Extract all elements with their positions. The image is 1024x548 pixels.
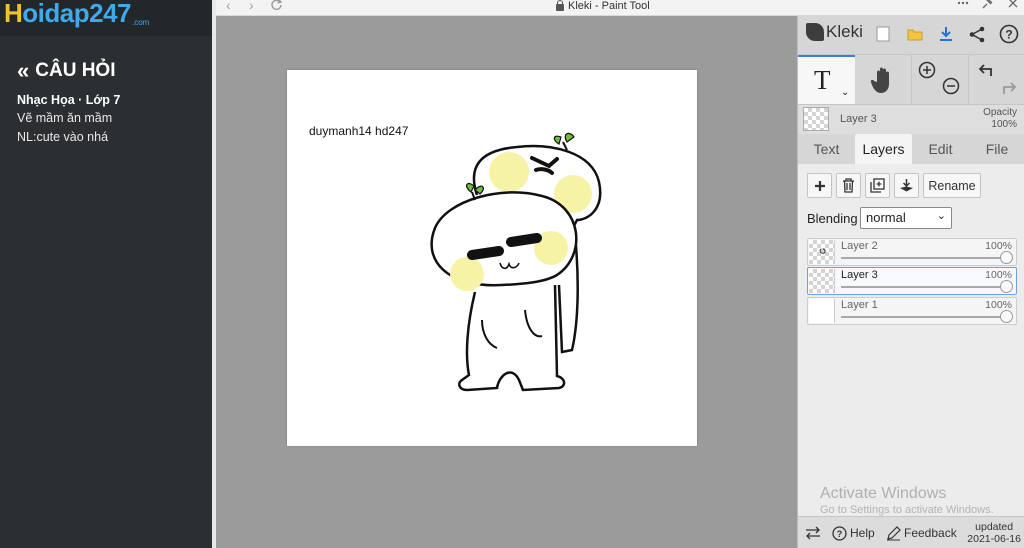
canvas-text-label: duymanh14 hd247: [309, 124, 409, 138]
layer-opacity-slider-track[interactable]: [841, 286, 1010, 288]
help-button[interactable]: ?: [998, 23, 1020, 45]
svg-text:?: ?: [837, 529, 843, 539]
text-tool-icon: T: [814, 65, 831, 95]
site-logo-suffix: .com: [132, 18, 150, 27]
current-layer-bar: Layer 3 Opacity 100%: [798, 104, 1024, 134]
save-image-button[interactable]: [935, 23, 957, 45]
new-image-button[interactable]: [872, 23, 894, 45]
undo-icon[interactable]: [977, 61, 995, 79]
help-circle-icon: ?: [999, 24, 1019, 44]
share-icon: [969, 26, 984, 42]
question-text-line: Vẽ mầm ăn mầm: [17, 111, 113, 125]
drawing-canvas[interactable]: duymanh14 hd247: [287, 70, 697, 446]
window-title: Kleki - Paint Tool: [556, 0, 650, 12]
tab-file[interactable]: File: [969, 134, 1024, 164]
back-arrow-icon[interactable]: ‹: [226, 0, 231, 13]
layer-name: Layer 2: [841, 240, 878, 252]
text-tool-button[interactable]: T ⌄: [798, 55, 855, 105]
feedback-link[interactable]: Feedback: [886, 517, 957, 548]
kleki-tool-panel: Kleki ? T ⌄ Layer 3 Opacity 100% Text La…: [797, 16, 1024, 548]
layer-actions: Rename: [807, 173, 981, 198]
reload-icon[interactable]: [270, 0, 283, 11]
site-header: Hoidap247 .com: [0, 0, 212, 36]
swap-arrows-icon: [806, 526, 820, 540]
back-label: CÂU HỎI: [35, 60, 116, 81]
layer-row-layer-2[interactable]: Layer 2 100%: [807, 238, 1017, 266]
trash-icon: [843, 178, 854, 193]
blending-select[interactable]: normal ⌄: [860, 207, 952, 229]
layer-row-layer-1[interactable]: Layer 1 100%: [807, 297, 1017, 325]
open-image-button[interactable]: [904, 23, 926, 45]
current-layer-thumbnail: [803, 107, 829, 131]
zoom-out-icon[interactable]: [942, 77, 960, 95]
new-file-icon: [876, 26, 890, 42]
panel-header: Kleki ?: [798, 16, 1024, 54]
updated-date: updated 2021-06-16: [967, 521, 1021, 545]
merge-down-icon: [900, 179, 913, 192]
zoom-controls: [911, 55, 968, 105]
hand-tool-button[interactable]: [855, 55, 911, 105]
merge-layer-button[interactable]: [894, 173, 919, 198]
layer-name: Layer 3: [841, 269, 878, 281]
duplicate-layer-button[interactable]: [865, 173, 890, 198]
blending-label: Blending: [807, 211, 858, 226]
layer-opacity-slider-track[interactable]: [841, 257, 1010, 259]
tab-text[interactable]: Text: [798, 134, 855, 164]
layer-thumbnail: [809, 299, 835, 323]
add-layer-button[interactable]: [807, 173, 832, 198]
pin-icon[interactable]: [981, 0, 995, 10]
more-icon[interactable]: [956, 0, 970, 10]
activation-watermark-title: Activate Windows: [820, 485, 947, 502]
kleki-logo[interactable]: Kleki: [806, 22, 863, 42]
help-circle-icon: ?: [832, 525, 847, 541]
layer-row-layer-3[interactable]: Layer 3 100%: [807, 267, 1017, 295]
layers-panel: Rename Blending normal ⌄ Layer 2 100% La…: [798, 164, 1024, 548]
download-icon: [940, 27, 952, 41]
chevron-down-icon[interactable]: ⌄: [841, 87, 849, 98]
panel-footer: ? Help Feedback updated 2021-06-16: [798, 516, 1024, 548]
layer-opacity-slider-handle[interactable]: [1000, 280, 1013, 293]
question-sidebar: Hoidap247 .com « CÂU HỎI Nhạc Họa · Lớp …: [0, 0, 212, 548]
double-chevron-left-icon: «: [17, 58, 30, 83]
tab-edit[interactable]: Edit: [912, 134, 969, 164]
layer-name: Layer 1: [841, 299, 878, 311]
question-subject: Nhạc Họa · Lớp 7: [17, 93, 121, 107]
back-to-questions-link[interactable]: « CÂU HỎI: [17, 60, 115, 82]
layer-opacity-slider-track[interactable]: [841, 316, 1010, 318]
rename-layer-button[interactable]: Rename: [923, 173, 981, 198]
pencil-icon: [887, 525, 901, 540]
history-controls: [968, 55, 1024, 105]
svg-text:?: ?: [1005, 28, 1012, 42]
current-layer-name: Layer 3: [840, 113, 877, 125]
layer-2-preview: [819, 248, 826, 254]
layer-opacity-slider-handle[interactable]: [1000, 251, 1013, 264]
redo-icon[interactable]: [1000, 79, 1018, 97]
tool-row: T ⌄: [798, 54, 1024, 105]
question-text-line: NL:cute vào nhá: [17, 130, 109, 144]
delete-layer-button[interactable]: [836, 173, 861, 198]
layer-opacity-slider-handle[interactable]: [1000, 310, 1013, 323]
chevron-down-icon: ⌄: [936, 210, 946, 222]
help-link[interactable]: ? Help: [832, 517, 875, 548]
hand-icon: [870, 67, 889, 93]
share-button[interactable]: [966, 23, 988, 45]
panel-tabs: Text Layers Edit File: [798, 134, 1024, 164]
duplicate-icon: [870, 178, 885, 193]
tab-layers[interactable]: Layers: [855, 134, 912, 164]
opacity-readout: Opacity 100%: [983, 107, 1017, 130]
zoom-in-icon[interactable]: [918, 61, 936, 79]
layer-thumbnail: [809, 269, 835, 293]
lock-icon: [556, 0, 564, 11]
kleki-logo-icon: [806, 23, 824, 41]
folder-icon: [907, 29, 923, 41]
close-icon[interactable]: [1006, 0, 1020, 10]
activation-watermark-subtitle: Go to Settings to activate Windows.: [820, 504, 994, 516]
forward-arrow-icon[interactable]: ›: [249, 0, 254, 13]
swap-panel-button[interactable]: [805, 517, 821, 548]
layer-thumbnail: [809, 240, 835, 264]
site-logo[interactable]: Hoidap247: [4, 0, 131, 29]
panel-divider: [212, 0, 216, 548]
browser-titlebar: ‹ › Kleki - Paint Tool: [216, 0, 1024, 16]
plus-icon: [814, 180, 825, 191]
